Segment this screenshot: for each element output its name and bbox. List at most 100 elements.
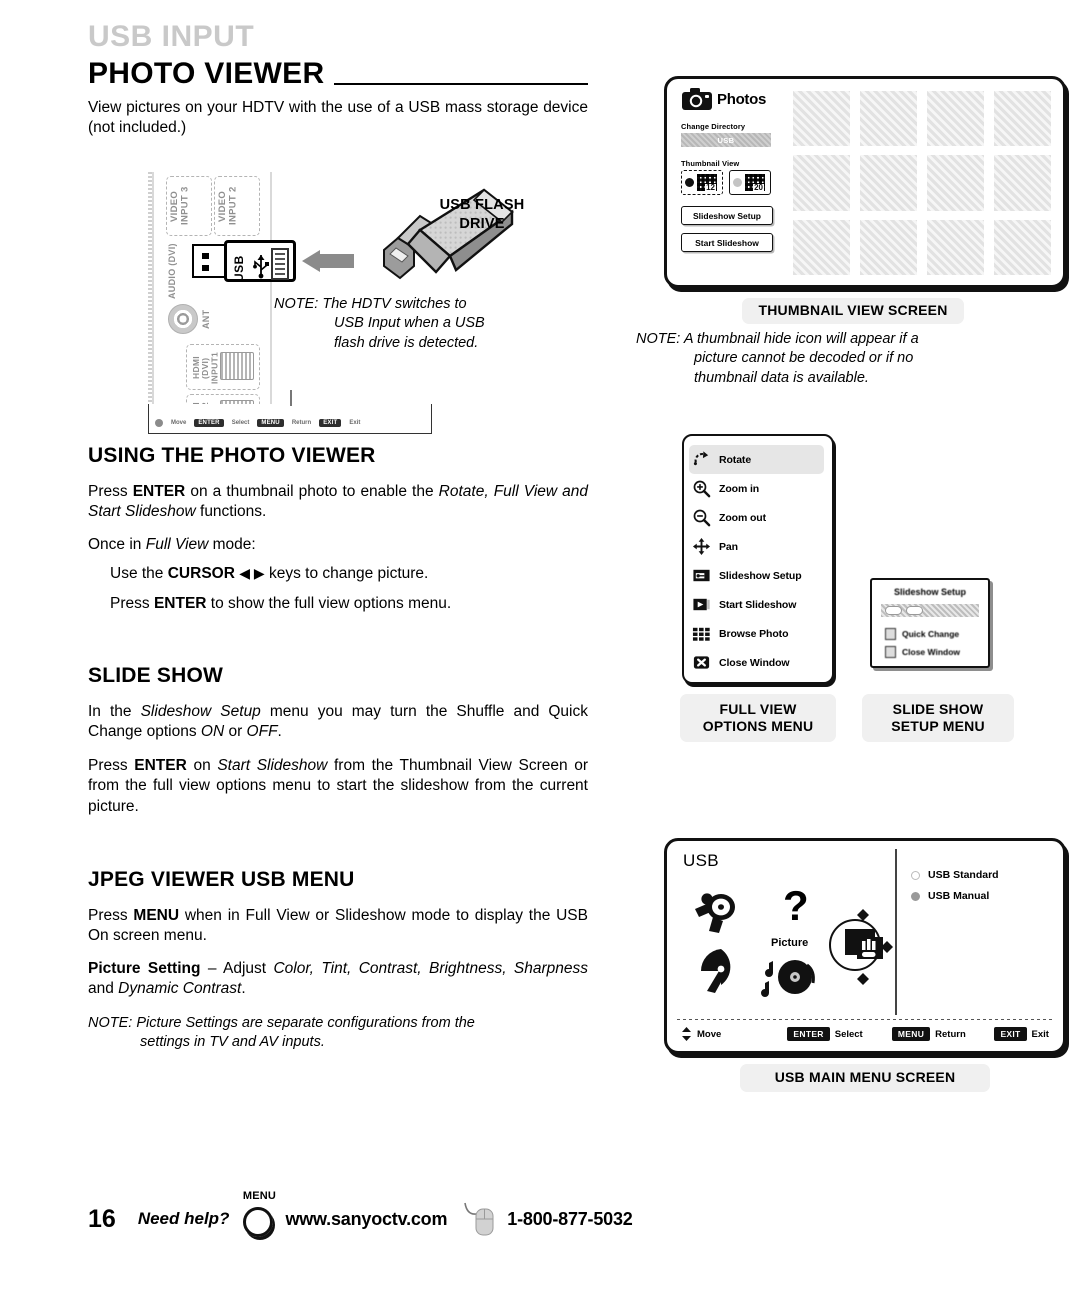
menu-item-start-slideshow[interactable]: Start Slideshow: [692, 590, 824, 619]
slideshow-setup-button[interactable]: Slideshow Setup: [681, 206, 773, 225]
usb-port-label: USB: [232, 255, 246, 282]
fullview-caption-line1: FULL VIEW: [719, 700, 797, 717]
txt: Press: [88, 483, 133, 500]
browse-photo-icon: [692, 627, 710, 641]
thumbnail-cell[interactable]: [994, 155, 1051, 211]
thumbnail-cell[interactable]: [860, 155, 917, 211]
ant-label: ANT: [201, 309, 211, 329]
menu-item-browse-photo[interactable]: Browse Photo: [692, 619, 824, 648]
exit-key-badge: EXIT: [994, 1027, 1027, 1041]
usb-screen-caption: USB MAIN MENU SCREEN: [740, 1064, 990, 1092]
thumbnail-cell[interactable]: [927, 91, 984, 147]
zoom-out-icon: [693, 509, 711, 527]
thumbnail-cell[interactable]: [927, 219, 984, 275]
jpeg-note-head: NOTE:: [88, 1014, 133, 1031]
thumbnail-cell[interactable]: [793, 155, 850, 211]
txt: .: [277, 723, 282, 741]
usb-trident-icon: [253, 255, 269, 279]
page-kicker: USB INPUT: [88, 20, 255, 53]
menu-item-close-window[interactable]: Close Window: [692, 648, 824, 677]
change-directory-field[interactable]: USB: [681, 133, 771, 147]
using-bullet-1: Use the CURSOR ◀ ▶ keys to change pictur…: [110, 564, 588, 584]
thumbnail-view-options: 12 20: [681, 170, 781, 195]
menu-item-pan[interactable]: Pan: [692, 532, 824, 561]
txt: mode:: [208, 535, 256, 553]
thumbnail-cell[interactable]: [994, 219, 1051, 275]
using-bullet-2: Press ENTER to show the full view option…: [110, 594, 588, 614]
usb-option-standard[interactable]: USB Standard: [911, 869, 999, 881]
tv-osd-bar: Move ENTER Select MENU Return EXIT Exit: [148, 390, 432, 434]
osd-menu-label: Return: [291, 420, 312, 426]
txt: functions.: [195, 503, 267, 521]
footer-move: Move: [681, 1027, 787, 1041]
diagram-note-line1: The HDTV switches to: [322, 296, 467, 312]
txt: or: [224, 723, 247, 741]
osd-enter-key: ENTER: [194, 419, 224, 427]
website-link[interactable]: www.sanyoctv.com: [285, 1209, 447, 1230]
up-down-arrows-icon: [682, 1027, 691, 1041]
photos-label: Photos: [717, 90, 767, 108]
usb-option-manual[interactable]: USB Manual: [911, 890, 999, 902]
cursor-arrows-icon: ◀ ▶: [239, 565, 265, 582]
footer-exit: EXIT Exit: [994, 1027, 1049, 1041]
thumbnail-cell[interactable]: [860, 91, 917, 147]
unselected-dot-icon: [733, 178, 742, 187]
txt: Once in: [88, 535, 146, 553]
thumb-note-head: NOTE:: [636, 331, 681, 347]
change-directory-label: Change Directory: [681, 122, 746, 131]
rotate-icon: [693, 451, 709, 466]
slideshow-setup-shuffle-row[interactable]: [881, 604, 979, 617]
thumbnail-cell[interactable]: [793, 219, 850, 275]
slideshow-setup-item-quick-change[interactable]: Quick Change: [885, 628, 959, 640]
slideshow-setup-item-close-window[interactable]: Close Window: [885, 646, 960, 658]
usb-slot-graphic: [271, 248, 289, 280]
usb-screen-footer-divider: [677, 1018, 1053, 1020]
radio-selected-icon: [911, 891, 920, 901]
osd-tick: [290, 390, 292, 406]
thumb-note-line2: picture cannot be decoded or if no: [694, 350, 914, 367]
thumbnail-view-12-button[interactable]: 12: [681, 170, 723, 195]
slideshow-paragraph-2: Press ENTER on Start Slideshow from the …: [88, 756, 588, 817]
title-rule: [334, 82, 588, 85]
usb-mode-options: USB Standard USB Manual: [911, 869, 999, 911]
section-slide-show: SLIDE SHOW In the Slideshow Setup menu y…: [88, 664, 588, 822]
menu-key-badge: MENU: [891, 1027, 931, 1041]
using-heading: USING THE PHOTO VIEWER: [88, 444, 376, 467]
diagram-note-head: NOTE:: [274, 296, 319, 312]
thumbnail-cell[interactable]: [927, 155, 984, 211]
menu-item-slideshow-setup[interactable]: Slideshow Setup: [692, 561, 824, 590]
footer-enter-label: Select: [834, 1028, 863, 1040]
txt: In the: [88, 703, 141, 720]
photos-header: Photos: [681, 87, 781, 111]
off-italic: OFF: [246, 723, 278, 741]
thumbnail-count-12: 12: [705, 183, 716, 192]
left-column: USB INPUT PHOTO VIEWER View pictures on …: [88, 22, 588, 143]
txt: Press: [88, 756, 135, 774]
using-paragraph-1: Press ENTER on a thumbnail photo to enab…: [88, 482, 588, 523]
menu-item-rotate[interactable]: Rotate: [689, 445, 824, 474]
menu-item-zoom-out[interactable]: Zoom out: [692, 503, 824, 532]
menu-item-zoom-in[interactable]: Zoom in: [692, 474, 824, 503]
thumbnail-cell[interactable]: [860, 219, 917, 275]
cursor-keyword: CURSOR: [167, 565, 235, 583]
thumbnail-view-20-button[interactable]: 20: [729, 170, 771, 195]
footer-menu-label: Return: [935, 1028, 966, 1040]
slideshow-menu-caption: SLIDE SHOW SETUP MENU: [862, 694, 1014, 742]
picture-params-italic: Color, Tint, Contrast, Brightness, Sharp…: [273, 959, 588, 977]
flash-label-line1: USB FLASH: [439, 197, 525, 213]
page-title: PHOTO VIEWER: [88, 57, 325, 90]
menu-item-label: Close Window: [719, 656, 790, 669]
footer-exit-label: Exit: [1031, 1028, 1049, 1040]
start-slideshow-button[interactable]: Start Slideshow: [681, 233, 773, 252]
enter-keyword: ENTER: [153, 594, 207, 612]
menu-item-label: Pan: [719, 540, 738, 553]
thumbnail-cell[interactable]: [793, 91, 850, 147]
footer-menu: MENU Return: [891, 1027, 995, 1041]
txt: keys to change picture.: [264, 565, 429, 583]
thumbnail-cell[interactable]: [994, 91, 1051, 147]
usb-screen-divider: [895, 849, 897, 1015]
quick-change-label: Quick Change: [902, 629, 960, 639]
picture-mode-label: Picture: [771, 937, 809, 949]
slideshow-setup-italic: Slideshow Setup: [140, 703, 261, 720]
slideshow-setup-title: Slideshow Setup: [893, 587, 966, 597]
